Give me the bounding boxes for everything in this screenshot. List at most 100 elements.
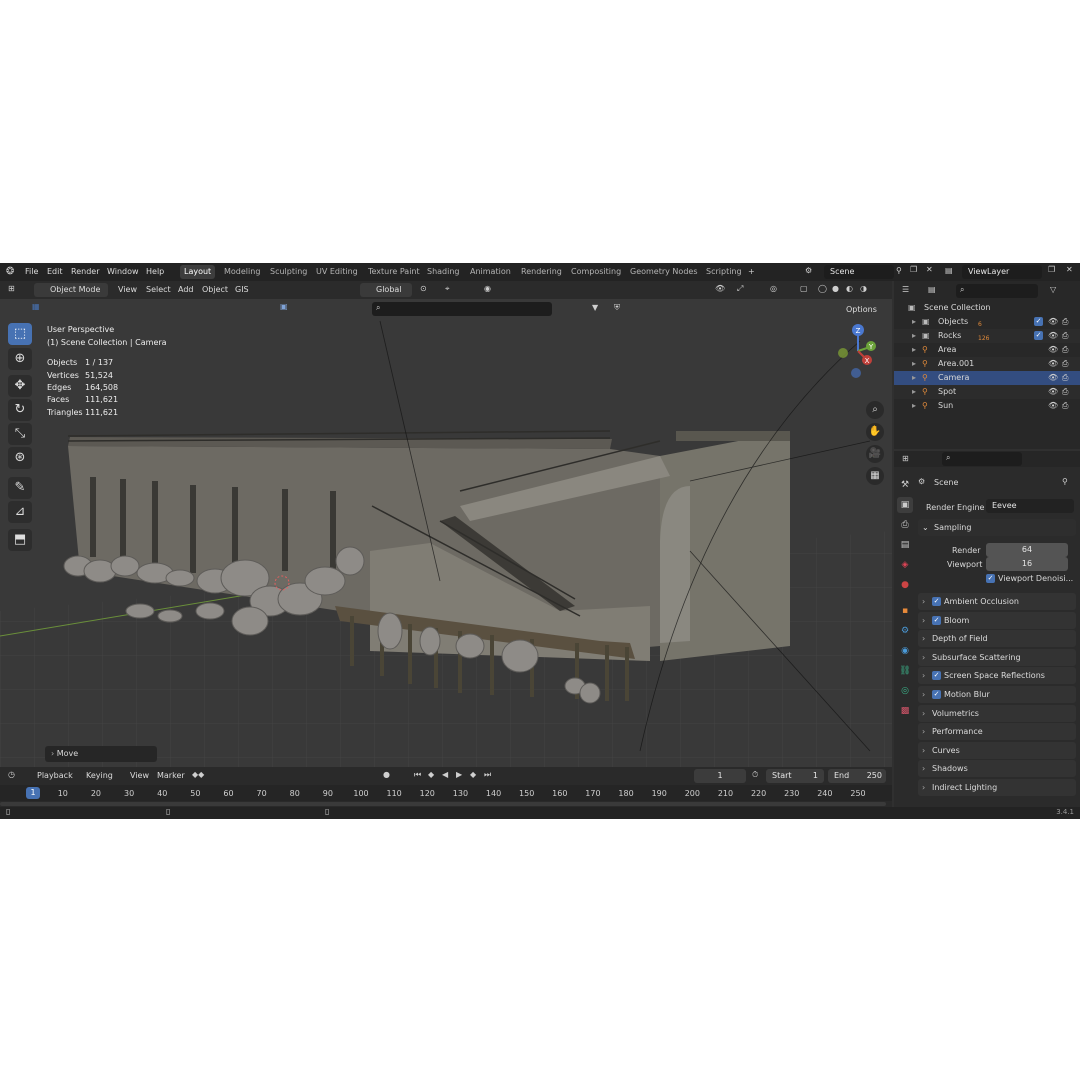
menu-keying[interactable]: Keying — [86, 771, 113, 780]
tab-rendering[interactable]: Rendering — [517, 265, 566, 279]
last-operator-panel[interactable]: › Move — [45, 746, 157, 762]
exclude-checkbox[interactable]: ✓ — [1034, 317, 1043, 326]
panel-performance[interactable]: › Performance — [918, 723, 1076, 741]
view-layer-icon[interactable]: ▤ — [945, 266, 953, 275]
expand-arrow-icon[interactable]: ▸ — [912, 357, 916, 371]
search-input[interactable] — [372, 302, 552, 316]
timeline-editor-icon[interactable]: ◷ — [8, 770, 15, 779]
solid-shading-icon[interactable]: ● — [832, 284, 839, 293]
rendered-shading-icon[interactable]: ◑ — [860, 284, 867, 293]
perspective-grid-icon[interactable]: ▦ — [866, 467, 884, 485]
camera-render-icon[interactable]: ⎙ — [1062, 385, 1068, 399]
tool-tab-icon[interactable]: ⚒ — [897, 477, 913, 493]
menu-add[interactable]: Add — [178, 285, 194, 294]
eye-icon[interactable]: 👁 — [1048, 343, 1058, 357]
eye-icon[interactable]: 👁 — [1048, 329, 1058, 343]
display-mode-icon[interactable]: ▤ — [928, 285, 936, 294]
transform-tool-icon[interactable]: ⊛ — [8, 447, 32, 469]
menu-edit[interactable]: Edit — [47, 267, 63, 276]
outliner-editor-icon[interactable]: ☰ — [902, 285, 909, 294]
output-tab-icon[interactable]: ⎙ — [897, 517, 913, 533]
camera-render-icon[interactable]: ⎙ — [1062, 315, 1068, 329]
select-mode-icon[interactable]: ▦ — [32, 302, 40, 311]
tab-sculpting[interactable]: Sculpting — [266, 265, 311, 279]
menu-render[interactable]: Render — [71, 267, 99, 276]
pin-icon[interactable]: ⚲ — [896, 266, 902, 275]
options-dropdown[interactable]: Options — [842, 303, 888, 317]
measure-tool-icon[interactable]: ⊿ — [8, 501, 32, 523]
record-icon[interactable]: ● — [383, 770, 390, 779]
menu-window[interactable]: Window — [107, 267, 139, 276]
cursor-tool-icon[interactable]: ⊕ — [8, 348, 32, 370]
panel-subsurface-scattering[interactable]: › Subsurface Scattering — [918, 648, 1076, 666]
scene-icon[interactable]: ⚙ — [805, 266, 812, 275]
modifier-tab-icon[interactable]: ⚙ — [897, 623, 913, 639]
panel-motion-blur[interactable]: › ✓ Motion Blur — [918, 686, 1076, 703]
physics-tab-icon[interactable]: ◉ — [897, 643, 913, 659]
pin-icon[interactable]: ⚲ — [1062, 477, 1068, 486]
menu-select[interactable]: Select — [146, 285, 171, 294]
3d-viewport[interactable]: ⊞ Object Mode View Select Add Object GIS… — [0, 281, 892, 767]
menu-view[interactable]: View — [118, 285, 137, 294]
eye-icon[interactable]: 👁 — [1048, 357, 1058, 371]
visibility-icon[interactable]: 👁 — [715, 284, 725, 293]
select-tool-icon[interactable]: ⬚ — [8, 323, 32, 345]
render-tab-icon[interactable]: ▣ — [897, 497, 913, 513]
outliner-item-spot[interactable]: ▸ ⚲ Spot 👁 ⎙ — [894, 385, 1080, 399]
menu-view[interactable]: View — [130, 771, 149, 780]
editor-type-icon[interactable]: ⊞ — [8, 284, 15, 293]
scene-tab-icon[interactable]: ◈ — [897, 557, 913, 573]
outliner-item-sun[interactable]: ▸ ⚲ Sun 👁 ⎙ — [894, 399, 1080, 413]
scene-selector[interactable]: Scene — [824, 265, 894, 279]
eye-icon[interactable]: 👁 — [1048, 315, 1058, 329]
pivot-icon[interactable]: ⊙ — [420, 284, 427, 293]
panel-bloom[interactable]: › ✓ Bloom — [918, 611, 1076, 629]
blender-logo-icon[interactable]: ❂ — [6, 266, 14, 277]
panel-checkbox[interactable]: ✓ — [932, 615, 941, 625]
eye-icon[interactable]: 👁 — [1048, 399, 1058, 413]
expand-arrow-icon[interactable]: ▸ — [912, 399, 916, 413]
outliner-search-input[interactable] — [956, 284, 1038, 298]
stopwatch-icon[interactable]: ⏱ — [752, 770, 758, 780]
pan-hand-icon[interactable]: ✋ — [866, 423, 884, 441]
sampling-panel-header[interactable]: ⌄ Sampling — [918, 519, 1076, 536]
panel-curves[interactable]: › Curves — [918, 741, 1076, 759]
viewport-denoise-checkbox[interactable]: ✓ Viewport Denoisi... — [986, 574, 1073, 583]
panel-checkbox[interactable]: ✓ — [932, 671, 941, 681]
tab-compositing[interactable]: Compositing — [567, 265, 625, 279]
panel-checkbox[interactable]: ✓ — [932, 597, 941, 606]
menu-object[interactable]: Object — [202, 285, 228, 294]
snap-icon[interactable]: ⌖ — [445, 284, 450, 294]
panel-volumetrics[interactable]: › Volumetrics — [918, 704, 1076, 722]
texture-tab-icon[interactable]: ▩ — [897, 703, 913, 719]
camera-render-icon[interactable]: ⎙ — [1062, 329, 1068, 343]
menu-marker[interactable]: Marker — [157, 771, 185, 780]
add-workspace-button[interactable]: + — [744, 265, 759, 279]
view-layer-selector[interactable]: ViewLayer — [962, 265, 1042, 279]
render-engine-dropdown[interactable]: Eevee — [986, 499, 1074, 513]
scale-tool-icon[interactable]: ⤡ — [8, 423, 32, 445]
panel-depth-of-field[interactable]: › Depth of Field — [918, 630, 1076, 648]
panel-ambient-occlusion[interactable]: › ✓ Ambient Occlusion — [918, 593, 1076, 610]
rotate-tool-icon[interactable]: ↻ — [8, 399, 32, 421]
wireframe-shading-icon[interactable]: ◯ — [818, 284, 827, 293]
render-samples-field[interactable]: 64 — [986, 543, 1068, 557]
menu-file[interactable]: File — [25, 267, 38, 276]
transform-orientation-dropdown[interactable]: Global — [360, 283, 412, 297]
navigation-gizmo[interactable]: Z Y X — [828, 319, 888, 389]
add-cube-tool-icon[interactable]: ⬒ — [8, 529, 32, 551]
object-mode-dropdown[interactable]: Object Mode — [34, 283, 108, 297]
prev-keyframe-icon[interactable]: ◆ — [428, 770, 434, 779]
outliner-item-rocks[interactable]: ▸ ▣ Rocks 126 ✓ 👁 ⎙ — [894, 329, 1080, 343]
play-reverse-icon[interactable]: ◀ — [442, 770, 448, 779]
tab-uv-editing[interactable]: UV Editing — [312, 265, 362, 279]
tab-geometry-nodes[interactable]: Geometry Nodes — [626, 265, 701, 279]
expand-arrow-icon[interactable]: ▸ — [912, 315, 916, 329]
menu-playback[interactable]: Playback — [37, 771, 73, 780]
zoom-icon[interactable]: ⌕ — [866, 401, 884, 419]
menu-gis[interactable]: GIS — [235, 285, 249, 294]
camera-render-icon[interactable]: ⎙ — [1062, 399, 1068, 413]
camera-render-icon[interactable]: ⎙ — [1062, 343, 1068, 357]
new-view-layer-icon[interactable]: ❐ — [1048, 265, 1055, 274]
jump-end-icon[interactable]: ⏭ — [484, 770, 491, 780]
